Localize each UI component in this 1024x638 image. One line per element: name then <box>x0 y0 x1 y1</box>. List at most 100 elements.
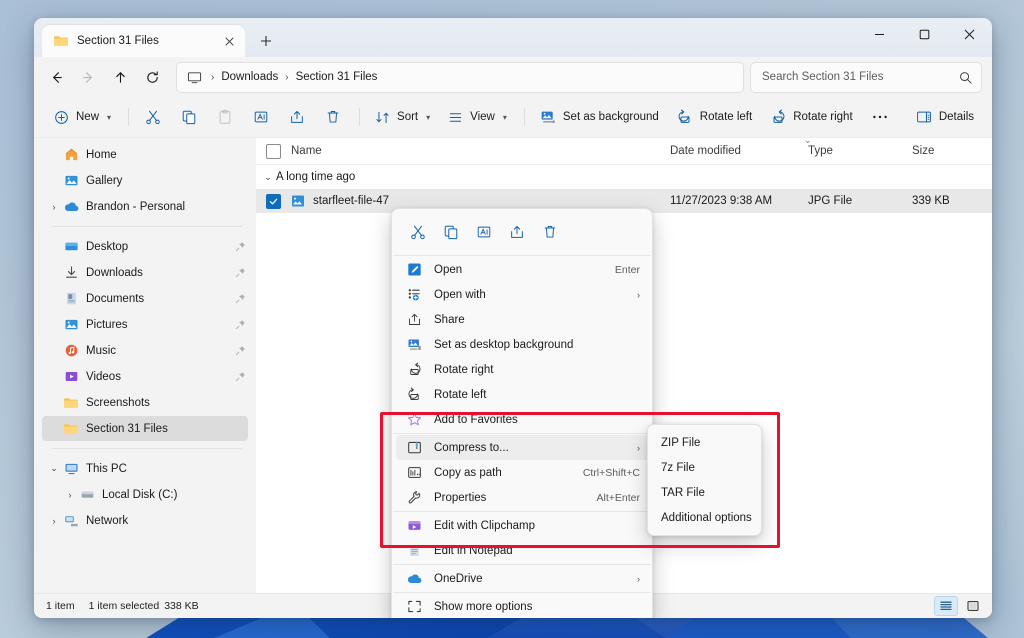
delete-button[interactable] <box>316 102 350 132</box>
sidebar-item-gallery[interactable]: Gallery <box>42 168 248 193</box>
sidebar-item-local-disk-c[interactable]: › Local Disk (C:) <box>42 482 248 507</box>
address-bar[interactable]: › Downloads › Section 31 Files <box>176 62 744 93</box>
group-header-row[interactable]: ⌄ A long time ago <box>256 165 992 189</box>
row-checkbox[interactable] <box>266 194 281 209</box>
context-menu-item-copy-as-path[interactable]: Copy as path Ctrl+Shift+C <box>396 460 648 485</box>
divider <box>393 592 651 593</box>
delete-icon[interactable] <box>534 217 565 246</box>
sidebar-item-screenshots[interactable]: Screenshots <box>42 390 248 415</box>
context-menu-item-properties[interactable]: Properties Alt+Enter <box>396 485 648 510</box>
chevron-down-icon[interactable]: ⌄ <box>46 463 62 474</box>
tiles-view-icon[interactable] <box>962 597 984 615</box>
details-view-icon[interactable] <box>934 596 958 616</box>
sidebar-item-downloads[interactable]: Downloads <box>42 260 248 285</box>
submenu-item-additional-options[interactable]: Additional options <box>652 505 757 530</box>
submenu-item-tar-file[interactable]: TAR File <box>652 480 757 505</box>
share-icon[interactable] <box>501 217 532 246</box>
pin-icon[interactable] <box>232 319 248 330</box>
breadcrumb-downloads[interactable]: Downloads <box>216 69 283 85</box>
column-header-type[interactable]: Type <box>808 145 912 157</box>
pin-icon[interactable] <box>232 267 248 278</box>
context-menu-item-set-as-desktop-background[interactable]: Set as desktop background <box>396 332 648 357</box>
pin-icon[interactable] <box>232 241 248 252</box>
search-input[interactable]: Search Section 31 Files <box>750 62 982 93</box>
details-pane-button[interactable]: Details <box>908 102 982 132</box>
new-tab-button[interactable] <box>251 27 281 55</box>
select-all-checkbox[interactable] <box>266 144 281 159</box>
cut-button[interactable] <box>136 102 170 132</box>
tab-section-31-files[interactable]: Section 31 Files <box>42 25 245 57</box>
context-menu-item-rotate-right[interactable]: Rotate right <box>396 357 648 382</box>
pin-icon[interactable] <box>232 345 248 356</box>
context-menu-item-rotate-left[interactable]: Rotate left <box>396 382 648 407</box>
share-button[interactable] <box>280 102 314 132</box>
maximize-button[interactable] <box>902 18 947 50</box>
breadcrumb-section-31-files[interactable]: Section 31 Files <box>291 69 383 85</box>
column-header-name[interactable]: Name <box>291 145 670 157</box>
refresh-button[interactable] <box>136 62 168 92</box>
rotate-right-label: Rotate right <box>793 111 852 123</box>
context-menu-item-edit-in-notepad[interactable]: Edit in Notepad <box>396 538 648 563</box>
breadcrumb-separator: › <box>283 72 290 83</box>
context-menu-item-share[interactable]: Share <box>396 307 648 332</box>
close-icon[interactable] <box>219 31 239 51</box>
rename-icon[interactable] <box>468 217 499 246</box>
rotate-left-button[interactable]: Rotate left <box>669 102 760 132</box>
chevron-down-icon[interactable]: ⌄ <box>260 172 276 183</box>
sidebar-item-section-31-files[interactable]: Section 31 Files <box>42 416 248 441</box>
sidebar-item-brandon-personal[interactable]: › Brandon - Personal <box>42 194 248 219</box>
sidebar-item-home[interactable]: Home <box>42 142 248 167</box>
column-header-size[interactable]: Size <box>912 145 992 157</box>
minimize-button[interactable] <box>857 18 902 50</box>
context-menu-item-compress-to[interactable]: Compress to... › <box>396 435 648 460</box>
pin-icon[interactable] <box>232 293 248 304</box>
sidebar-item-music[interactable]: Music <box>42 338 248 363</box>
status-selection: 1 item selected <box>89 600 160 612</box>
pin-icon[interactable] <box>232 371 248 382</box>
context-menu-item-onedrive[interactable]: OneDrive › <box>396 566 648 591</box>
videos-icon <box>62 369 80 384</box>
sidebar-item-this-pc[interactable]: ⌄ This PC <box>42 456 248 481</box>
context-menu-accel: Alt+Enter <box>597 492 640 504</box>
rotate-right-button[interactable]: Rotate right <box>762 102 860 132</box>
submenu-item-7z-file[interactable]: 7z File <box>652 455 757 480</box>
view-button[interactable]: View ▾ <box>440 102 515 132</box>
sort-button[interactable]: Sort ▾ <box>367 102 438 132</box>
sidebar-item-videos[interactable]: Videos <box>42 364 248 389</box>
cut-icon[interactable] <box>402 217 433 246</box>
context-menu-item-show-more-options[interactable]: Show more options <box>396 594 648 618</box>
overflow-menu-button[interactable] <box>863 102 897 132</box>
divider <box>393 433 651 434</box>
chevron-right-icon[interactable]: › <box>62 490 78 500</box>
group-header-label: A long time ago <box>276 171 355 183</box>
context-menu-item-add-to-favorites[interactable]: Add to Favorites <box>396 407 648 432</box>
sidebar-label: Gallery <box>86 175 232 187</box>
navigation-pane: Home Gallery › Brandon - Pers <box>34 138 256 593</box>
sidebar-item-documents[interactable]: Documents <box>42 286 248 311</box>
forward-button[interactable] <box>72 62 104 92</box>
rename-button[interactable] <box>244 102 278 132</box>
context-menu-item-open-with[interactable]: Open with › <box>396 282 648 307</box>
context-menu-item-open[interactable]: Open Enter <box>396 257 648 282</box>
up-button[interactable] <box>104 62 136 92</box>
clipchamp-icon <box>405 518 423 533</box>
view-label: View <box>470 111 495 123</box>
context-menu-item-edit-with-clipchamp[interactable]: Edit with Clipchamp <box>396 513 648 538</box>
submenu-item-zip-file[interactable]: ZIP File <box>652 430 757 455</box>
chevron-right-icon[interactable]: › <box>46 202 62 212</box>
sidebar-item-network[interactable]: › Network <box>42 508 248 533</box>
sidebar-item-desktop[interactable]: Desktop <box>42 234 248 259</box>
paste-button[interactable] <box>208 102 242 132</box>
back-button[interactable] <box>40 62 72 92</box>
copy-icon[interactable] <box>435 217 466 246</box>
copy-button[interactable] <box>172 102 206 132</box>
sidebar-item-pictures[interactable]: Pictures <box>42 312 248 337</box>
close-button[interactable] <box>947 18 992 50</box>
set-as-background-button[interactable]: Set as background <box>532 102 667 132</box>
column-header-date-modified[interactable]: Date modified <box>670 145 808 157</box>
new-button[interactable]: New ▾ <box>46 102 119 132</box>
chevron-right-icon[interactable]: › <box>46 516 62 526</box>
sidebar-label: This PC <box>86 463 232 475</box>
file-date-modified: 11/27/2023 9:38 AM <box>670 195 808 207</box>
sidebar-label: Documents <box>86 293 232 305</box>
